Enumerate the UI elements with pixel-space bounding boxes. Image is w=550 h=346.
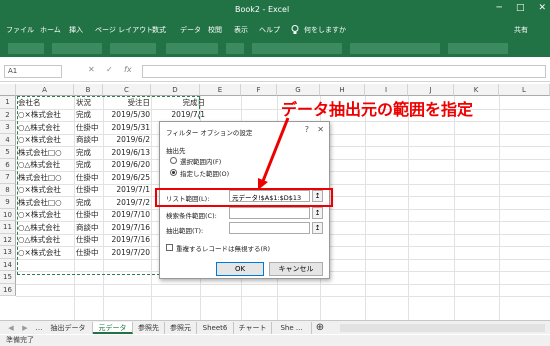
annotation-arrow bbox=[258, 117, 290, 190]
